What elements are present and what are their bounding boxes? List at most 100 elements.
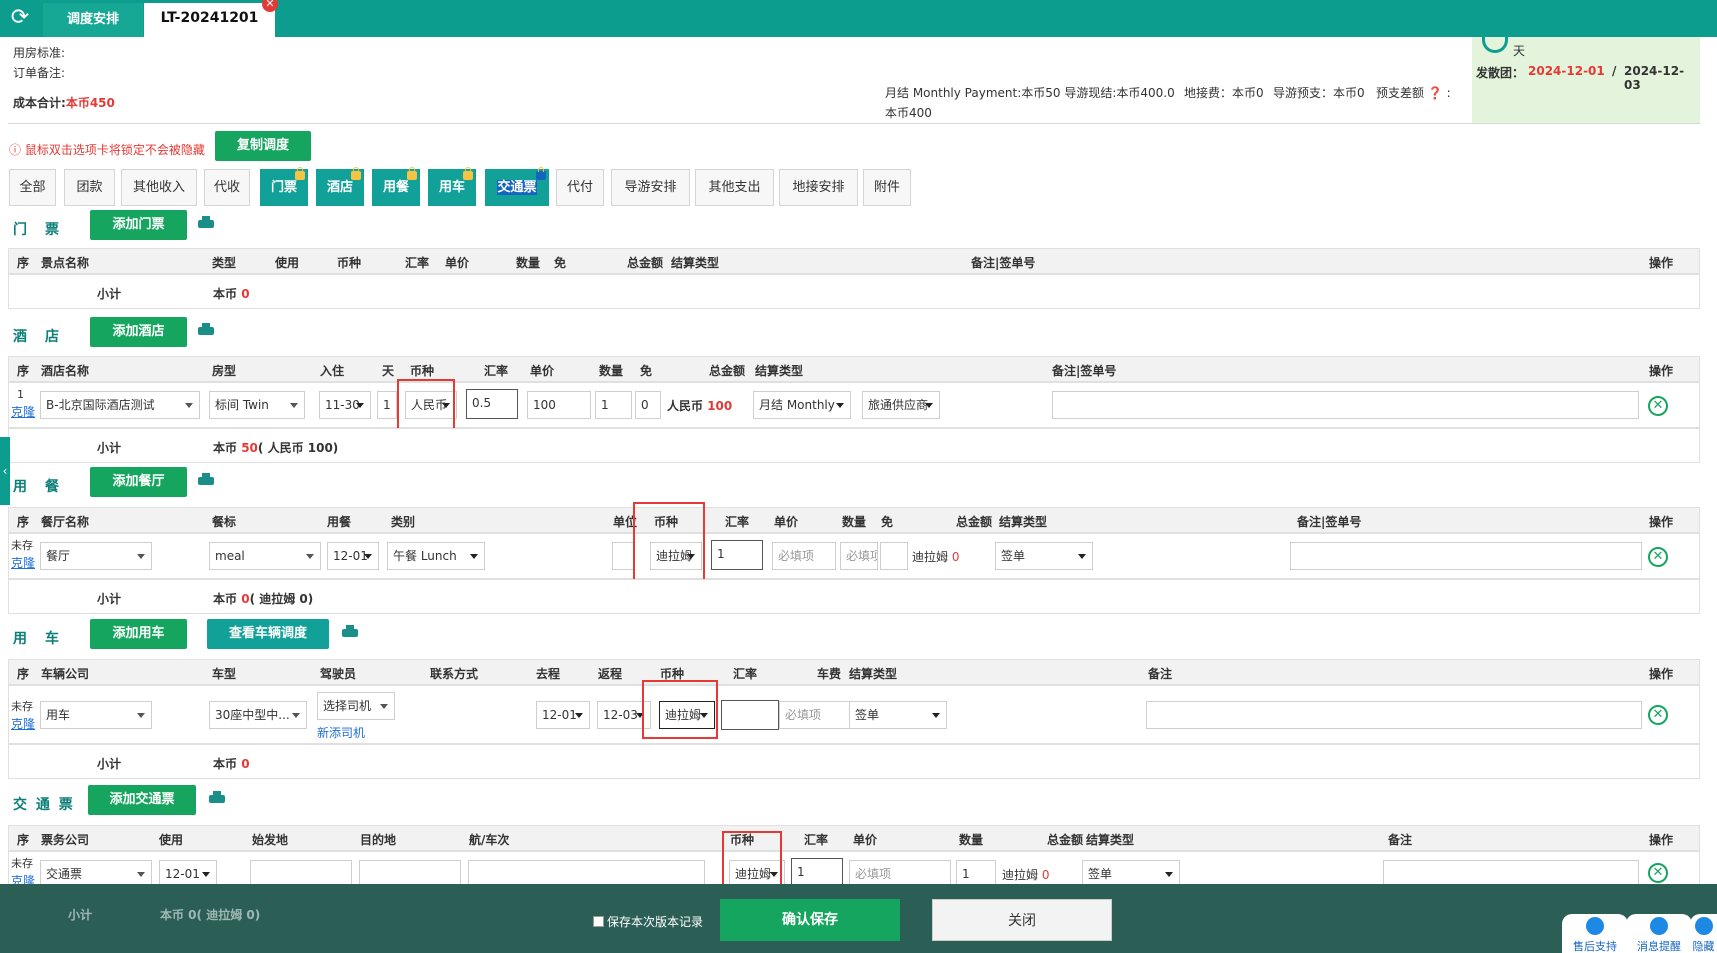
lock-icon (351, 167, 361, 180)
settle-type-select[interactable]: 月结 Monthly (753, 391, 851, 419)
tab-order[interactable]: LT-20241201 (144, 3, 275, 37)
rate-input[interactable]: 0.5 (466, 389, 518, 419)
supplier-select[interactable]: 旅通供应商 (862, 391, 940, 419)
price-input[interactable]: 100 (527, 391, 591, 419)
delete-icon[interactable]: ✕ (1648, 396, 1668, 416)
column-header: 车辆公司 (41, 667, 90, 681)
info-icon: ⓘ (9, 143, 22, 157)
delete-icon[interactable]: ✕ (1648, 705, 1668, 725)
column-header: 餐厅名称 (41, 515, 90, 529)
filter-tab[interactable]: 全部 (9, 169, 56, 206)
column-header: 联系方式 (430, 667, 479, 681)
meal-type-select[interactable]: 午餐 Lunch (387, 542, 485, 570)
remark-input[interactable] (1290, 542, 1642, 570)
column-header: 序 (17, 515, 30, 529)
copy-dispatch-button[interactable]: 复制调度 (215, 131, 311, 161)
column-header: 使用 (275, 256, 300, 270)
car-fee-input[interactable]: 必填项 (779, 701, 851, 729)
price-input[interactable]: 必填项 (772, 542, 836, 570)
lock-hint: ⓘ 鼠标双击选项卡将锁定不会被隐藏 (9, 143, 205, 157)
filter-tab[interactable]: 附件 (863, 169, 911, 206)
clone-link[interactable]: 克隆 (11, 405, 35, 419)
rate-input[interactable] (721, 700, 779, 730)
tab-dispatch[interactable]: 调度安排 (43, 3, 143, 37)
go-date-select[interactable]: 12-01 (536, 701, 590, 729)
delete-icon[interactable]: ✕ (1648, 547, 1668, 567)
meal-date-select[interactable]: 12-01 (327, 542, 379, 570)
unit-input[interactable] (612, 542, 634, 570)
remark-input[interactable] (1146, 701, 1642, 729)
free-input[interactable] (880, 542, 908, 570)
add-driver-link[interactable]: 新添司机 (317, 726, 365, 740)
highlight-box (722, 831, 782, 888)
column-header: 序 (17, 364, 30, 378)
driver-select[interactable]: 选择司机 (317, 692, 395, 720)
column-header: 结算类型 (849, 667, 898, 681)
qty-input[interactable]: 1 (595, 391, 632, 419)
qty-input[interactable]: 必填项 (840, 542, 878, 570)
column-header: 酒店名称 (41, 364, 90, 378)
hotel-name-select[interactable]: B-北京国际酒店测试 (40, 391, 200, 419)
add-transport-button[interactable]: 添加交通票 (88, 785, 196, 815)
car-company-select[interactable]: 用车 (40, 701, 152, 729)
transport-subtotal-label: 小计 (68, 908, 93, 922)
column-header: 汇率 (484, 364, 509, 378)
settle-type-select[interactable]: 签单 (849, 701, 947, 729)
filter-tab[interactable]: 门票 (260, 167, 308, 206)
printer-icon[interactable] (198, 216, 214, 230)
column-header: 免 (640, 364, 653, 378)
close-button[interactable]: 关闭 (932, 899, 1112, 941)
column-header: 备注|签单号 (1052, 364, 1117, 378)
hide-panel[interactable]: 隐藏 (1690, 914, 1717, 953)
filter-tab[interactable]: 交通票 (485, 167, 549, 206)
printer-icon[interactable] (198, 323, 214, 337)
filter-tab[interactable]: 其他收入 (121, 169, 197, 206)
checkin-date-select[interactable]: 11-30 (319, 391, 371, 419)
remark-input[interactable] (1052, 391, 1639, 419)
filter-tab[interactable]: 用餐 (372, 167, 420, 206)
restaurant-select[interactable]: 餐厅 (40, 542, 152, 570)
add-restaurant-button[interactable]: 添加餐厅 (90, 467, 187, 497)
confirm-save-button[interactable]: 确认保存 (720, 899, 900, 941)
add-car-button[interactable]: 添加用车 (90, 619, 187, 649)
filter-tab[interactable]: 地接安排 (779, 169, 858, 206)
filter-tab[interactable]: 代付 (556, 169, 604, 206)
column-header: 数量 (842, 515, 867, 529)
delete-icon[interactable]: ✕ (1648, 863, 1668, 883)
printer-icon[interactable] (209, 791, 225, 805)
hotel-table-header: 序酒店名称 房型 入住 天 币种 汇率 单价 数量 免 总金额 结算类型 备注|签单号 操作 (8, 356, 1700, 382)
room-type-select[interactable]: 标间 Twin (209, 391, 305, 419)
car-model-select[interactable]: 30座中型中... (209, 701, 307, 729)
row-seq: 未存 (11, 700, 33, 713)
clone-link[interactable]: 克隆 (11, 717, 35, 731)
add-hotel-button[interactable]: 添加酒店 (90, 317, 187, 347)
save-version-checkbox[interactable] (593, 916, 604, 927)
filter-tab[interactable]: 代收 (204, 169, 250, 206)
view-car-dispatch-button[interactable]: 查看车辆调度 (207, 619, 329, 649)
close-icon[interactable]: ✕ (262, 0, 278, 12)
free-input[interactable]: 0 (635, 391, 661, 419)
column-header: 备注 (1388, 833, 1413, 847)
filter-tab[interactable]: 其他支出 (695, 169, 774, 206)
column-header: 总金额 (709, 364, 746, 378)
meal-standard-select[interactable]: meal (209, 542, 321, 570)
printer-icon[interactable] (198, 473, 214, 487)
payment-summary: 月结 Monthly Payment:本币50 导游现结:本币400.0 (885, 86, 1175, 100)
filter-tab[interactable]: 酒店 (316, 167, 364, 206)
message-reminder[interactable]: 消息提醒 (1626, 914, 1692, 953)
row-total: 人民币 100 (667, 399, 733, 413)
days-input[interactable]: 1 (377, 391, 397, 419)
rate-input[interactable]: 1 (711, 540, 763, 570)
filter-tab[interactable]: 用车 (428, 167, 476, 206)
collapse-side-tab[interactable]: ‹ (0, 437, 10, 505)
column-header: 车费 (817, 667, 842, 681)
after-sales-support[interactable]: 售后支持 (1562, 914, 1628, 953)
question-icon[interactable]: ❓ (1428, 86, 1443, 100)
printer-icon[interactable] (342, 625, 358, 639)
clone-link[interactable]: 克隆 (11, 556, 35, 570)
filter-tab[interactable]: 团款 (64, 169, 115, 206)
settle-type-select[interactable]: 签单 (995, 542, 1093, 570)
refresh-icon[interactable]: ⟳ (6, 4, 34, 32)
add-ticket-button[interactable]: 添加门票 (90, 210, 187, 240)
filter-tab[interactable]: 导游安排 (611, 169, 690, 206)
